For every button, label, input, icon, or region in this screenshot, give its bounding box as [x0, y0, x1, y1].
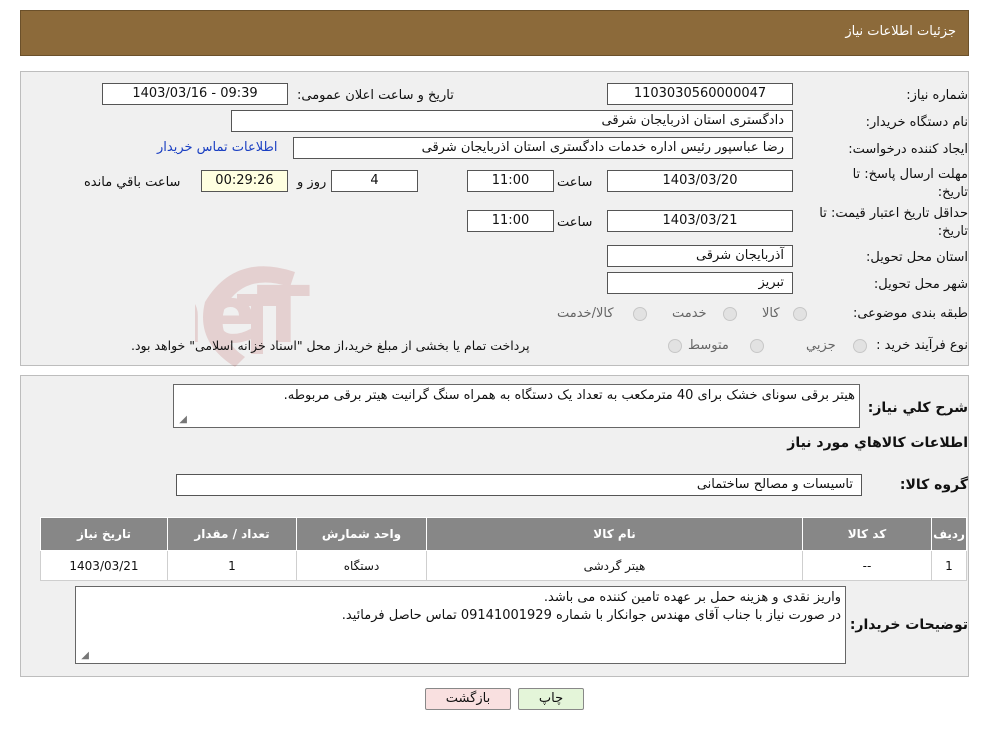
deadline-date-field: 1403/03/20: [607, 170, 793, 192]
need-number-field: 1103030560000047: [607, 83, 793, 105]
validity-label-line1: حداقل تاریخ اعتبار قیمت: تا: [819, 206, 968, 221]
buyer-org-field: دادگستری استان اذربایجان شرقی: [231, 110, 793, 132]
deadline-label: مهلت ارسال پاسخ: تا تاریخ:: [853, 166, 968, 202]
category-radio-goods-service[interactable]: [633, 307, 647, 321]
province-label: استان محل تحویل:: [866, 250, 968, 265]
deadline-label-line1: مهلت ارسال پاسخ: تا: [852, 167, 968, 182]
validity-date-field: 1403/03/21: [607, 210, 793, 232]
col-item-code: کد کالا: [802, 517, 932, 551]
process-radio-treasury[interactable]: [668, 339, 682, 353]
process-option-minor: جزیي: [806, 338, 836, 353]
cell-unit: دستگاه: [296, 550, 427, 581]
category-option-goods-service: کالا/خدمت: [557, 306, 614, 321]
buyer-notes-label: توضیحات خریدار:: [849, 617, 968, 633]
cell-quantity: 1: [167, 550, 297, 581]
back-button[interactable]: بازگشت: [425, 688, 511, 710]
category-radio-service[interactable]: [723, 307, 737, 321]
table-header-row: ردیف کد کالا نام کالا واحد شمارش تعداد /…: [40, 517, 967, 551]
announce-datetime-field: 1403/03/16 - 09:39: [102, 83, 288, 105]
page-header: جزئیات اطلاعات نیاز: [20, 10, 969, 56]
print-button[interactable]: چاپ: [518, 688, 584, 710]
creator-field: رضا عباسپور رئیس اداره خدمات دادگستری اس…: [293, 137, 793, 159]
col-item-name: نام کالا: [426, 517, 803, 551]
col-need-date: تاریخ نیاز: [40, 517, 168, 551]
days-label: روز و: [297, 175, 327, 190]
items-table: ردیف کد کالا نام کالا واحد شمارش تعداد /…: [40, 517, 967, 581]
buyer-contact-link[interactable]: اطلاعات تماس خریدار: [157, 140, 277, 155]
category-label: طبقه بندی موضوعی:: [852, 306, 968, 321]
resize-grip-icon[interactable]: ◢: [79, 651, 89, 661]
process-option-medium: متوسط: [688, 338, 729, 353]
process-label: نوع فرآیند خرید :: [876, 338, 968, 353]
buyer-notes-line2: در صورت نیاز با جناب آقای مهندس جوانکار …: [341, 608, 841, 623]
deadline-time-field: 11:00: [467, 170, 554, 192]
remaining-time-field: 00:29:26: [201, 170, 288, 192]
validity-label-line2: تاریخ:: [937, 224, 968, 239]
description-text: هیتر برقی سونای خشک برای 40 مترمکعب به ت…: [283, 388, 855, 403]
page-title: جزئیات اطلاعات نیاز: [845, 24, 956, 39]
deadline-time-label: ساعت: [557, 175, 593, 190]
validity-label: حداقل تاریخ اعتبار قیمت: تا تاریخ:: [819, 205, 968, 241]
description-textarea[interactable]: هیتر برقی سونای خشک برای 40 مترمکعب به ت…: [173, 384, 860, 428]
col-quantity: تعداد / مقدار: [167, 517, 297, 551]
province-field: آذربایجان شرقی: [607, 245, 793, 267]
process-radio-minor[interactable]: [853, 339, 867, 353]
days-remaining-field: 4: [331, 170, 418, 192]
category-option-service: خدمت: [672, 306, 707, 321]
cell-item-code: --: [802, 550, 932, 581]
goods-group-field: تاسیسات و مصالح ساختمانی: [176, 474, 862, 496]
cell-row-number: 1: [931, 550, 967, 581]
goods-info-title: اطلاعات کالاهاي مورد نياز: [787, 435, 968, 451]
col-unit: واحد شمارش: [296, 517, 427, 551]
process-radio-medium[interactable]: [750, 339, 764, 353]
city-field: تبریز: [607, 272, 793, 294]
announce-label: تاریخ و ساعت اعلان عمومی:: [297, 88, 454, 103]
validity-time-label: ساعت: [557, 215, 593, 230]
col-row-number: ردیف: [931, 517, 967, 551]
remaining-time-label: ساعت باقي مانده: [84, 175, 181, 190]
description-label: شرح كلي نياز:: [867, 400, 968, 416]
cell-item-name: هیتر گردشی: [426, 550, 803, 581]
deadline-label-line2: تاریخ:: [937, 185, 968, 200]
buyer-notes-textarea[interactable]: واریز نقدی و هزینه حمل بر عهده تامین کنن…: [75, 586, 846, 664]
creator-label: ایجاد کننده درخواست:: [848, 142, 968, 157]
resize-grip-icon[interactable]: ◢: [177, 415, 187, 425]
category-option-goods: کالا: [762, 306, 780, 321]
need-number-label: شماره نیاز:: [906, 88, 968, 103]
cell-need-date: 1403/03/21: [40, 550, 168, 581]
category-radio-goods[interactable]: [793, 307, 807, 321]
buyer-org-label: نام دستگاه خریدار:: [865, 115, 968, 130]
city-label: شهر محل تحویل:: [873, 277, 968, 292]
process-note: پرداخت تمام یا بخشی از مبلغ خرید،از محل …: [131, 338, 530, 353]
goods-group-label: گروه کالا:: [899, 477, 968, 493]
validity-time-field: 11:00: [467, 210, 554, 232]
buyer-notes-line1: واریز نقدی و هزینه حمل بر عهده تامین کنن…: [543, 590, 841, 605]
table-row: 1 -- هیتر گردشی دستگاه 1 1403/03/21: [40, 550, 967, 581]
